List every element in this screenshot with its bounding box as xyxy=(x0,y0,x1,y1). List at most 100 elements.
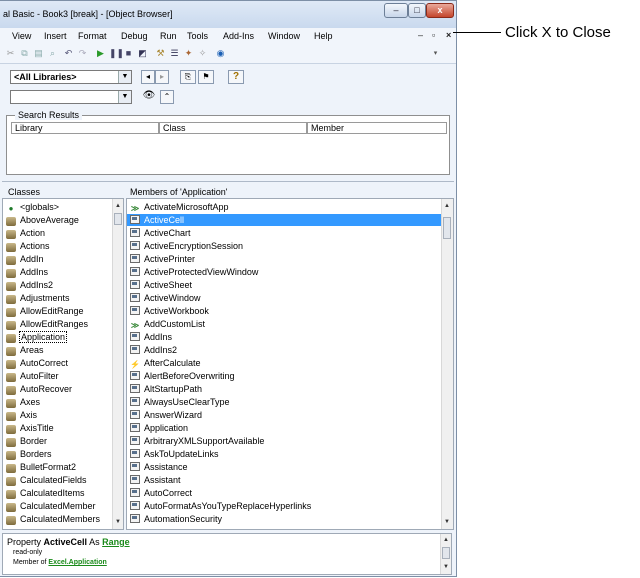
break-icon[interactable]: ❚❚ xyxy=(109,48,124,59)
object-browser-icon[interactable]: ✦ xyxy=(183,48,194,59)
class-list-item[interactable]: ■ AutoRecover xyxy=(3,383,112,395)
undo-icon[interactable]: ↶ xyxy=(63,48,74,59)
class-list-item[interactable]: ■ Action xyxy=(3,227,112,239)
member-list-item[interactable]: Application xyxy=(127,422,441,434)
column-class[interactable]: Class xyxy=(159,122,307,134)
redo-icon[interactable]: ↷ xyxy=(77,48,88,59)
member-list-item[interactable]: Assistance xyxy=(127,461,441,473)
maximize-button[interactable]: □ xyxy=(408,3,426,18)
scroll-thumb[interactable] xyxy=(114,213,122,225)
member-list-item[interactable]: AlwaysUseClearType xyxy=(127,396,441,408)
menu-run[interactable]: Run xyxy=(160,31,177,41)
scroll-up-icon[interactable]: ▲ xyxy=(441,535,451,545)
members-list[interactable]: ▲ ▼ ≫ ActivateMicrosoftApp ActiveCell Activ… xyxy=(126,198,454,530)
scroll-down-icon[interactable]: ▼ xyxy=(113,517,123,527)
class-list-item[interactable]: ■ AboveAverage xyxy=(3,214,112,226)
copy-icon[interactable]: ⧉ xyxy=(19,48,30,59)
menu-help[interactable]: Help xyxy=(314,31,333,41)
member-list-item[interactable]: ActiveChart xyxy=(127,227,441,239)
column-member[interactable]: Member xyxy=(307,122,447,134)
class-list-item[interactable]: ● <globals> xyxy=(3,201,112,213)
find-icon[interactable]: ⌕ xyxy=(47,48,58,59)
class-list-item[interactable]: ■ Axes xyxy=(3,396,112,408)
class-list-item[interactable]: ■ AutoCorrect xyxy=(3,357,112,369)
class-list-item[interactable]: ■ CalculatedItems xyxy=(3,487,112,499)
class-list-item[interactable]: ■ CalculatedFields xyxy=(3,474,112,486)
details-type-link[interactable]: Range xyxy=(102,537,130,547)
close-button[interactable]: x xyxy=(426,3,454,18)
class-list-item[interactable]: ■ BulletFormat2 xyxy=(3,461,112,473)
toolbar-options-icon[interactable]: ▾ xyxy=(430,48,441,59)
view-definition-button[interactable]: ⚑ xyxy=(198,70,214,84)
member-list-item[interactable]: AltStartupPath xyxy=(127,383,441,395)
member-list-item[interactable]: ActiveWindow xyxy=(127,292,441,304)
go-back-button[interactable]: ◂ xyxy=(141,70,155,84)
scroll-down-icon[interactable]: ▼ xyxy=(441,562,451,572)
copy-to-clipboard-button[interactable]: ⎘ xyxy=(180,70,196,84)
class-list-item[interactable]: ■ CalculatedMember xyxy=(3,500,112,512)
member-list-item[interactable]: ⚡ AfterCalculate xyxy=(127,357,441,369)
class-list-item[interactable]: ■ AddIns2 xyxy=(3,279,112,291)
class-list-item[interactable]: ■ CalculatedMembers xyxy=(3,513,112,525)
help-icon[interactable]: ◉ xyxy=(215,48,226,59)
member-list-item[interactable]: Assistant xyxy=(127,474,441,486)
class-list-item[interactable]: ■ Areas xyxy=(3,344,112,356)
mdi-minimize-icon[interactable]: – xyxy=(418,30,423,40)
splitter[interactable] xyxy=(2,181,454,182)
classes-scrollbar[interactable]: ▲ ▼ xyxy=(112,199,123,529)
scroll-thumb[interactable] xyxy=(443,217,451,239)
member-list-item[interactable]: ActiveSheet xyxy=(127,279,441,291)
class-list-item[interactable]: ■ Border xyxy=(3,435,112,447)
scroll-down-icon[interactable]: ▼ xyxy=(442,517,452,527)
details-parent-link[interactable]: Excel.Application xyxy=(48,559,106,566)
minimize-button[interactable]: – xyxy=(384,3,408,18)
members-scrollbar[interactable]: ▲ ▼ xyxy=(441,199,453,529)
member-list-item[interactable]: AddIns2 xyxy=(127,344,441,356)
class-list-item[interactable]: ■ Adjustments xyxy=(3,292,112,304)
member-list-item[interactable]: AutomationSecurity xyxy=(127,513,441,525)
column-library[interactable]: Library xyxy=(11,122,159,134)
paste-icon[interactable]: ▤ xyxy=(33,48,44,59)
menu-window[interactable]: Window xyxy=(268,31,300,41)
design-mode-icon[interactable]: ◩ xyxy=(137,48,148,59)
member-list-item[interactable]: AutoFormatAsYouTypeReplaceHyperlinks xyxy=(127,500,441,512)
scroll-up-icon[interactable]: ▲ xyxy=(113,201,123,211)
member-list-item[interactable]: AutoCorrect xyxy=(127,487,441,499)
mdi-close-icon[interactable]: × xyxy=(446,30,451,40)
member-list-item[interactable]: ≫ ActivateMicrosoftApp xyxy=(127,201,441,213)
member-list-item[interactable]: ActiveProtectedViewWindow xyxy=(127,266,441,278)
menu-add-ins[interactable]: Add-Ins xyxy=(223,31,254,41)
library-combo[interactable]: <All Libraries> ▼ xyxy=(10,70,132,84)
class-list-item[interactable]: ■ AddIn xyxy=(3,253,112,265)
class-list-item[interactable]: ■ Borders xyxy=(3,448,112,460)
menu-debug[interactable]: Debug xyxy=(121,31,148,41)
mdi-restore-icon[interactable]: ▫ xyxy=(432,30,435,40)
properties-window-icon[interactable]: ☰ xyxy=(169,48,180,59)
member-list-item[interactable]: AlertBeforeOverwriting xyxy=(127,370,441,382)
cut-icon[interactable]: ✂ xyxy=(5,48,16,59)
menu-insert[interactable]: Insert xyxy=(44,31,67,41)
member-list-item[interactable]: ActiveWorkbook xyxy=(127,305,441,317)
project-explorer-icon[interactable]: ⚒ xyxy=(155,48,166,59)
class-list-item[interactable]: ■ AddIns xyxy=(3,266,112,278)
member-list-item[interactable]: ActiveCell xyxy=(127,214,441,226)
class-list-item[interactable]: ■ Axis xyxy=(3,409,112,421)
run-icon[interactable]: ▶ xyxy=(95,48,106,59)
class-list-item[interactable]: ■Application xyxy=(3,331,112,343)
details-scrollbar[interactable]: ▲ ▼ xyxy=(440,534,451,574)
classes-list[interactable]: ▲ ▼ ● <globals> ■ AboveAverage ■ Action ■ Actio… xyxy=(2,198,124,530)
member-list-item[interactable]: ActivePrinter xyxy=(127,253,441,265)
search-input[interactable]: ▼ xyxy=(10,90,132,104)
member-list-item[interactable]: ≫ AddCustomList xyxy=(127,318,441,330)
go-forward-button[interactable]: ▸ xyxy=(155,70,169,84)
collapse-results-icon[interactable]: ⌃ xyxy=(160,90,174,104)
member-list-item[interactable]: ActiveEncryptionSession xyxy=(127,240,441,252)
chevron-down-icon[interactable]: ▼ xyxy=(118,91,131,103)
member-list-item[interactable]: AnswerWizard xyxy=(127,409,441,421)
help-button[interactable]: ? xyxy=(228,70,244,84)
menu-format[interactable]: Format xyxy=(78,31,107,41)
member-list-item[interactable]: AskToUpdateLinks xyxy=(127,448,441,460)
class-list-item[interactable]: ■ AllowEditRange xyxy=(3,305,112,317)
menu-tools[interactable]: Tools xyxy=(187,31,208,41)
member-list-item[interactable]: AddIns xyxy=(127,331,441,343)
